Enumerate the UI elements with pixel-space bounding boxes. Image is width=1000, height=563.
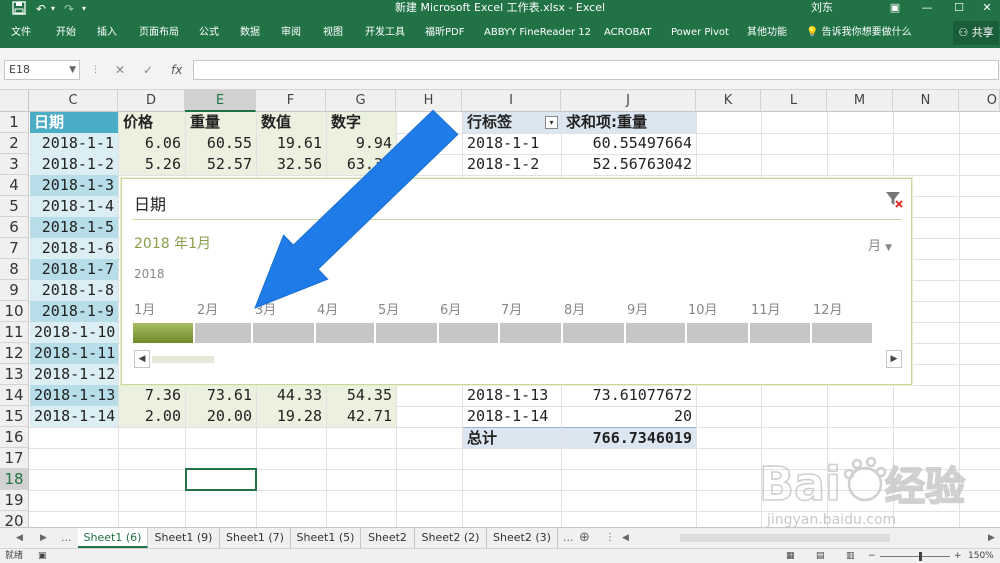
sheet-tab[interactable]: Sheet2 [361,528,415,548]
zoom-out-icon[interactable]: − [868,550,876,563]
sheet-tab-active[interactable]: Sheet1 (6) [78,528,148,548]
annotation-arrow [254,109,459,309]
macro-record-icon[interactable]: ▣ [38,550,47,563]
hscroll-left-icon[interactable]: ◀ [622,528,629,548]
hscroll-right-icon[interactable]: ▶ [988,528,995,548]
sheet-tab[interactable]: Sheet2 (2) [415,528,487,548]
zoom-slider[interactable] [880,556,950,557]
sheet-tab[interactable]: Sheet1 (9) [148,528,220,548]
sheet-more-left[interactable]: ... [61,528,72,548]
zoom-level[interactable]: 150% [968,550,994,563]
status-ready: 就绪 [5,551,24,561]
sheet-nav-right-icon[interactable]: ▶ [40,528,47,548]
sheet-tab[interactable]: Sheet1 (5) [291,528,361,548]
add-sheet-icon[interactable]: ⊕ [579,528,590,548]
sheet-tab[interactable]: Sheet1 (7) [220,528,291,548]
sheet-more-right[interactable]: ... [563,528,574,548]
page-layout-view-icon[interactable]: ▤ [816,550,825,563]
sheet-nav-left-icon[interactable]: ◀ [16,528,23,548]
sheet-tab-bar: ◀ ▶ ... Sheet1 (6) Sheet1 (9) Sheet1 (7)… [0,527,1000,548]
sheet-tab[interactable]: Sheet2 (3) [487,528,558,548]
horizontal-scroll-thumb[interactable] [680,534,890,542]
normal-view-icon[interactable]: ▦ [786,550,795,563]
status-bar: 就绪 ▣ ▦ ▤ ▥ − + 150% [0,548,1000,563]
zoom-slider-handle[interactable] [919,552,922,561]
page-break-view-icon[interactable]: ▥ [846,550,855,563]
zoom-in-icon[interactable]: + [954,550,962,563]
more-options-icon: ⋮ [605,532,615,543]
